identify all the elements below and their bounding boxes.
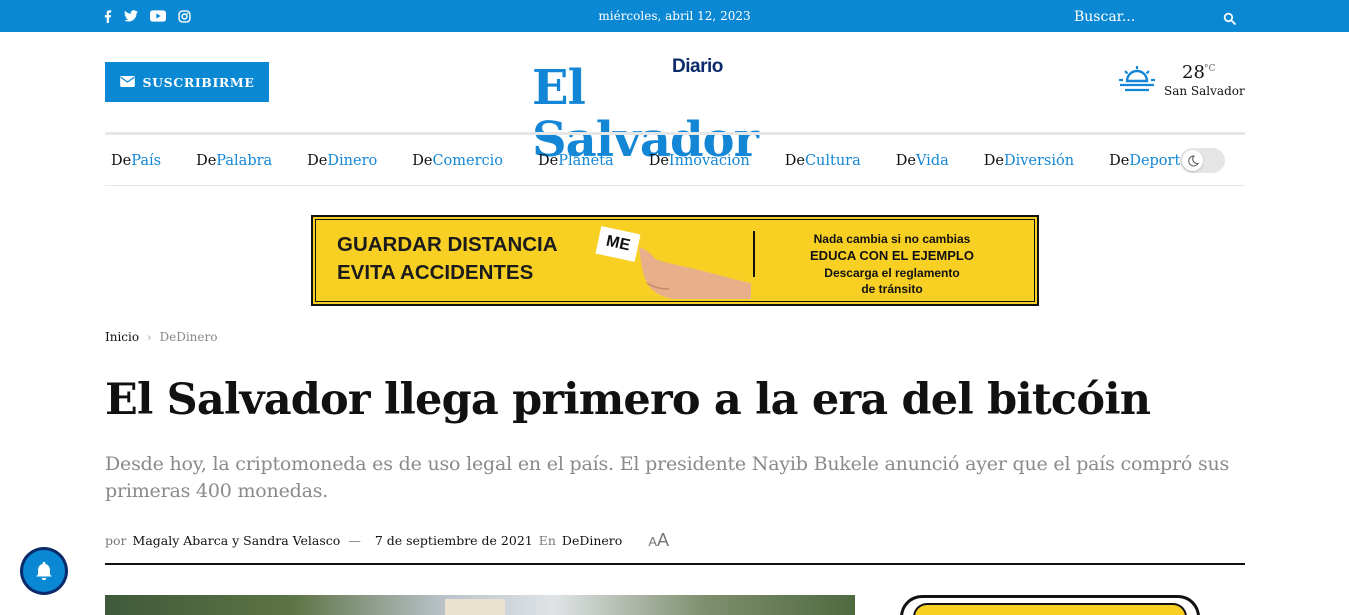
sidebar-ad-inner [913, 603, 1187, 615]
nav-item-vida[interactable]: DeVida [896, 153, 949, 169]
nav-divider-bottom [105, 185, 1245, 186]
notification-bell-button[interactable] [20, 547, 68, 595]
envelope-icon [119, 75, 135, 90]
breadcrumb-home[interactable]: Inicio [105, 330, 139, 344]
meta-rule [105, 563, 1245, 565]
article-featured-image[interactable] [105, 595, 855, 615]
ad-right-line-3: Descarga el reglamento [824, 266, 960, 280]
subscribe-button[interactable]: SUSCRIBIRME [105, 62, 269, 102]
nav-item-cultura[interactable]: DeCultura [785, 153, 861, 169]
nav-item-planeta[interactable]: DePlaneta [538, 153, 614, 169]
meta-in: En [538, 533, 556, 548]
breadcrumb: Inicio › DeDinero [105, 330, 217, 344]
ad-banner[interactable]: GUARDAR DISTANCIA ME EVITA ACCIDENTES Na… [311, 215, 1039, 306]
nav-item-diversion[interactable]: DeDiversión [984, 153, 1074, 169]
nav-divider-top [105, 132, 1245, 135]
nav-item-palabra[interactable]: DePalabra [196, 153, 272, 169]
font-size-toggle[interactable]: AA [648, 530, 669, 551]
nav-item-pais[interactable]: DePaís [111, 153, 161, 169]
site-logo[interactable]: Diario El Salvador [530, 54, 820, 166]
dark-mode-toggle[interactable] [1180, 148, 1225, 173]
meta-by: por [105, 533, 127, 548]
ad-line-1: GUARDAR DISTANCIA [337, 233, 558, 256]
article-subtitle: Desde hoy, la criptomoneda es de uso leg… [105, 453, 1230, 502]
weather-city: San Salvador [1164, 84, 1245, 98]
temperature-unit: °C [1204, 64, 1216, 74]
ad-right-line-1: Nada cambia si no cambias [813, 232, 971, 246]
hand-image [633, 245, 753, 299]
ad-right-line-4: de tránsito [861, 282, 923, 296]
nav-item-dinero[interactable]: DeDinero [307, 153, 377, 169]
meta-dash: — [348, 533, 361, 548]
breadcrumb-current[interactable]: DeDinero [160, 330, 218, 344]
subscribe-label: SUSCRIBIRME [142, 74, 255, 90]
meta-category[interactable]: DeDinero [562, 533, 622, 548]
meta-date: 7 de septiembre de 2021 [374, 533, 533, 548]
ad-divider [753, 231, 755, 277]
weather-widget: 28 °C San Salvador [1118, 60, 1248, 102]
search-icon[interactable] [1223, 10, 1236, 29]
ad-right-line-2: EDUCA CON EL EJEMPLO [810, 248, 974, 263]
ad-line-2: EVITA ACCIDENTES [337, 261, 534, 284]
temperature-value: 28 [1182, 62, 1205, 83]
sidebar-ad[interactable] [900, 595, 1200, 615]
meta-authors[interactable]: Magaly Abarca y Sandra Velasco [133, 533, 341, 548]
sunrise-icon [1118, 66, 1156, 96]
article-title: El Salvador llega primero a la era del b… [105, 375, 1151, 425]
chevron-right-icon: › [147, 330, 152, 344]
search-box[interactable] [1074, 8, 1244, 26]
article-meta: por Magaly Abarca y Sandra Velasco — 7 d… [105, 530, 669, 551]
main-nav: DePaís DePalabra DeDinero DeComercio DeP… [111, 151, 1231, 171]
building-image-detail [445, 599, 505, 615]
nav-item-innovacion[interactable]: DeInnovación [649, 153, 750, 169]
moon-icon [1182, 150, 1203, 171]
nav-item-comercio[interactable]: DeComercio [412, 153, 503, 169]
bell-icon [23, 550, 65, 592]
top-bar: miércoles, abril 12, 2023 [0, 0, 1349, 32]
search-input[interactable] [1074, 8, 1224, 26]
